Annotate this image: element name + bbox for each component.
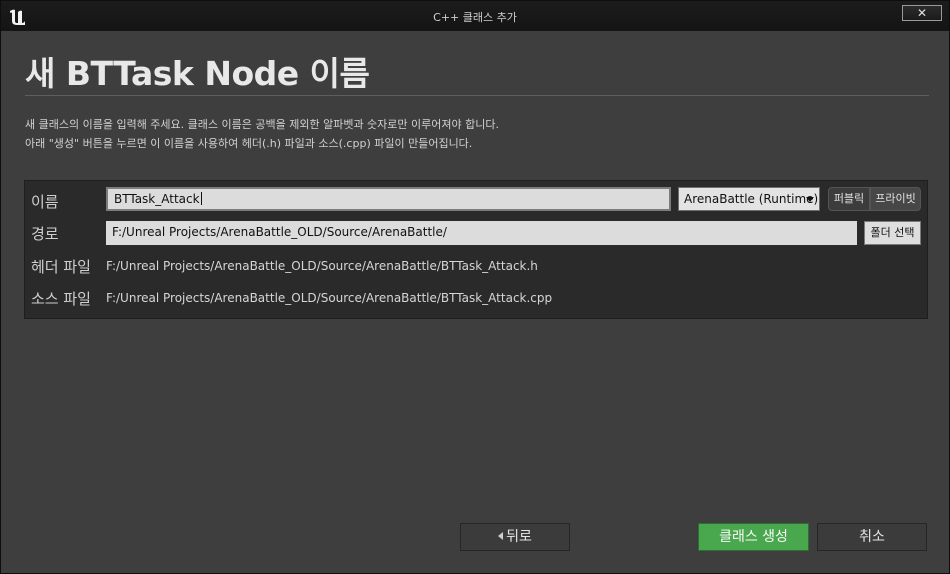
description: 새 클래스의 이름을 입력해 주세요. 클래스 이름은 공백을 제외한 알파벳과… (25, 115, 925, 153)
description-line-2: 아래 "생성" 버튼을 누르면 이 이름을 사용하여 헤더(.h) 파일과 소스… (25, 137, 473, 150)
title-divider (25, 95, 929, 96)
cancel-button[interactable]: 취소 (817, 523, 927, 551)
close-icon: ✕ (916, 6, 928, 20)
module-dropdown[interactable]: ArenaBattle (Runtime) (678, 187, 820, 211)
page-title: 새 BTTask Node 이름 (25, 54, 370, 93)
public-toggle[interactable]: 퍼블릭 (828, 187, 870, 211)
chevron-left-icon (498, 532, 504, 540)
class-settings-panel: 이름 BTTask_Attack ArenaBattle (Runtime) 퍼… (24, 180, 928, 319)
dialog-content: 새 BTTask Node 이름 새 클래스의 이름을 입력해 주세요. 클래스… (7, 31, 943, 567)
text-caret (200, 192, 202, 205)
module-dropdown-value: ArenaBattle (Runtime) (684, 192, 819, 206)
close-button[interactable]: ✕ (902, 5, 942, 21)
name-label: 이름 (31, 193, 59, 211)
private-toggle[interactable]: 프라이빗 (870, 187, 921, 211)
path-label: 경로 (31, 225, 59, 243)
caret-down-icon (806, 197, 814, 202)
class-name-value: BTTask_Attack (114, 192, 200, 206)
title-bar[interactable]: C++ 클래스 추가 ✕ (1, 1, 949, 31)
description-line-1: 새 클래스의 이름을 입력해 주세요. 클래스 이름은 공백을 제외한 알파벳과… (25, 118, 499, 131)
header-file-path: F:/Unreal Projects/ArenaBattle_OLD/Sourc… (106, 259, 538, 273)
back-button-label: 뒤로 (506, 529, 532, 545)
source-file-path: F:/Unreal Projects/ArenaBattle_OLD/Sourc… (106, 291, 553, 305)
class-name-input[interactable]: BTTask_Attack (106, 187, 671, 211)
source-file-label: 소스 파일 (31, 290, 91, 308)
window-title: C++ 클래스 추가 (433, 11, 517, 24)
path-input[interactable]: F:/Unreal Projects/ArenaBattle_OLD/Sourc… (106, 221, 857, 245)
add-class-dialog: C++ 클래스 추가 ✕ 새 BTTask Node 이름 새 클래스의 이름을… (0, 0, 950, 574)
create-class-button[interactable]: 클래스 생성 (698, 523, 809, 551)
back-button[interactable]: 뒤로 (460, 523, 570, 551)
choose-folder-button[interactable]: 폴더 선택 (864, 221, 921, 245)
header-file-label: 헤더 파일 (31, 258, 91, 276)
